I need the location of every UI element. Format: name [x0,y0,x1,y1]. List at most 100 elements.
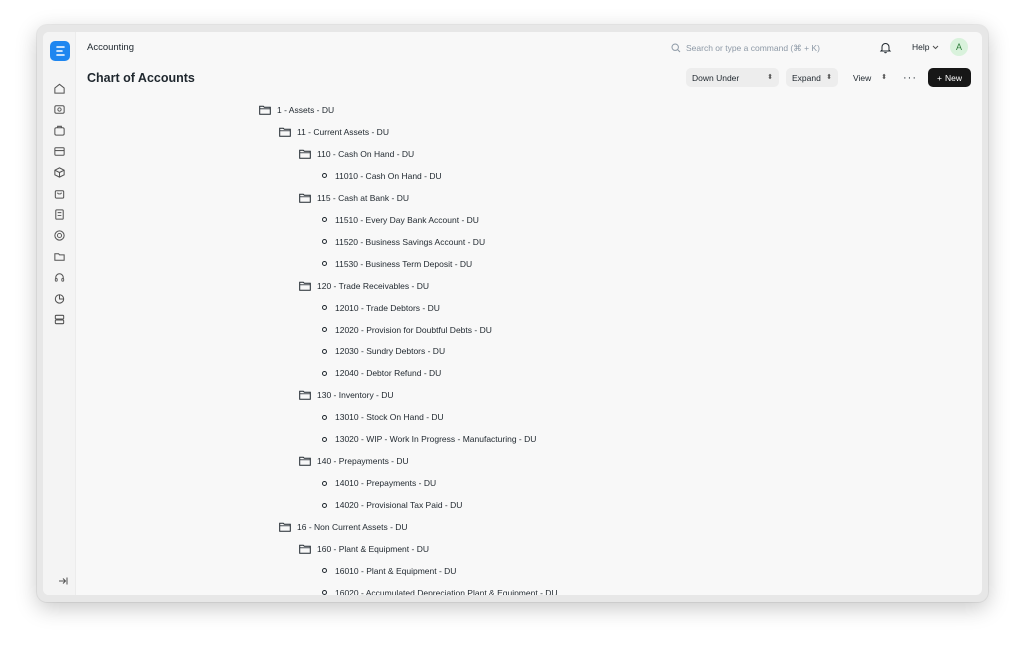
tree-group-node[interactable]: 16 - Non Current Assets - DU [279,522,408,532]
leaf-dot-icon [322,436,327,442]
leaf-dot-icon [322,305,327,311]
headset-icon[interactable] [52,270,66,284]
box-icon[interactable] [52,165,66,179]
accounting-icon[interactable] [52,102,66,116]
tree-node-label: 12030 - Sundry Debtors - DU [335,346,446,357]
tree-leaf-node[interactable]: 12040 - Debtor Refund - DU [320,368,441,378]
tree-leaf-node[interactable]: 11510 - Every Day Bank Account - DU [320,215,479,225]
leaf-dot-icon [322,217,327,223]
tree-group-node[interactable]: 160 - Plant & Equipment - DU [299,544,429,554]
tree-node-label: 140 - Prepayments - DU [317,456,409,467]
tree-leaf-node[interactable]: 12020 - Provision for Doubtful Debts - D… [320,325,492,335]
tree-node-label: 14010 - Prepayments - DU [335,478,437,489]
tree-group-node[interactable]: 11 - Current Assets - DU [279,127,389,137]
expand-button[interactable]: Expand ⬍ [786,68,838,87]
tree-leaf-node[interactable]: 16020 - Accumulated Depreciation Plant &… [320,588,558,595]
folder-icon[interactable] [52,249,66,263]
tree-node-label: 12010 - Trade Debtors - DU [335,302,440,313]
tree-leaf-node[interactable]: 12010 - Trade Debtors - DU [320,303,440,313]
tree-node-label: 11510 - Every Day Bank Account - DU [335,214,479,225]
folder-icon [299,149,311,159]
select-arrows-icon: ⬍ [881,74,887,81]
tree-node-label: 160 - Plant & Equipment - DU [317,544,429,554]
view-button[interactable]: View ⬍ [847,68,893,87]
search-input[interactable] [686,43,846,53]
folder-icon [259,105,271,115]
leaf-dot-icon [322,348,327,354]
tree-group-node[interactable]: 120 - Trade Receivables - DU [299,281,429,291]
tree-group-node[interactable]: 140 - Prepayments - DU [299,456,409,466]
tree-leaf-node[interactable]: 11010 - Cash On Hand - DU [320,171,442,181]
tree-node-label: 11010 - Cash On Hand - DU [335,170,442,181]
tree-node-label: 12040 - Debtor Refund - DU [335,368,442,379]
leaf-dot-icon [322,173,327,179]
tree-leaf-node[interactable]: 13010 - Stock On Hand - DU [320,412,444,422]
new-button-label: New [944,72,962,83]
new-button[interactable]: + New [928,68,971,87]
folder-icon [299,456,311,466]
company-select-label: Down Under [692,72,740,83]
target-icon[interactable] [52,228,66,242]
search-bar[interactable] [671,39,847,57]
pie-chart-icon[interactable] [52,291,66,305]
home-icon[interactable] [52,81,66,95]
leaf-dot-icon [322,239,327,245]
select-arrows-icon: ⬍ [826,74,832,81]
sidebar [43,32,76,595]
leaf-dot-icon [322,502,327,508]
tree-leaf-node[interactable]: 11520 - Business Savings Account - DU [320,237,485,247]
tree-node-label: 11530 - Business Term Deposit - DU [335,258,473,269]
view-label: View [853,72,872,83]
select-arrows-icon: ⬍ [767,74,773,81]
folder-icon [279,127,291,137]
folder-icon [279,522,291,532]
search-icon [671,43,681,53]
leaf-dot-icon [322,261,327,267]
page-title: Chart of Accounts [87,71,195,85]
tree-leaf-node[interactable]: 11530 - Business Term Deposit - DU [320,259,472,269]
plus-icon: + [937,72,942,83]
tree-group-node[interactable]: 130 - Inventory - DU [299,390,394,400]
tree-node-label: 130 - Inventory - DU [317,390,394,401]
leaf-dot-icon [322,590,327,595]
shopping-bag-icon[interactable] [52,186,66,200]
tree-leaf-node[interactable]: 12030 - Sundry Debtors - DU [320,346,445,356]
server-icon[interactable] [52,312,66,326]
tree-node-label: 16 - Non Current Assets - DU [297,522,408,533]
app-logo[interactable] [50,41,70,61]
more-options-button[interactable]: ··· [901,68,919,87]
leaf-dot-icon [322,480,327,486]
folder-icon [299,193,311,203]
briefcase-icon[interactable] [52,123,66,137]
tree-node-label: 14020 - Provisional Tax Paid - DU [335,500,463,511]
leaf-dot-icon [322,370,327,376]
tree-leaf-node[interactable]: 14010 - Prepayments - DU [320,478,436,488]
tree-node-label: 1 - Assets - DU [277,105,335,115]
tree-node-label: 13020 - WIP - Work In Progress - Manufac… [335,434,537,445]
tree-group-node[interactable]: 115 - Cash at Bank - DU [299,193,409,203]
tree-node-label: 13010 - Stock On Hand - DU [335,412,444,423]
bell-icon[interactable] [879,41,892,54]
leaf-dot-icon [322,568,327,574]
tree-group-node[interactable]: 1 - Assets - DU [259,105,334,115]
building-icon[interactable] [52,207,66,221]
tree-node-label: 16010 - Plant & Equipment - DU [335,565,457,576]
help-menu[interactable]: Help [912,42,939,52]
avatar[interactable]: A [950,38,968,56]
tree-node-label: 11 - Current Assets - DU [297,126,389,137]
tree-leaf-node[interactable]: 13020 - WIP - Work In Progress - Manufac… [320,434,536,444]
folder-icon [299,390,311,401]
tree-node-label: 120 - Trade Receivables - DU [317,280,429,291]
breadcrumb[interactable]: Accounting [87,42,134,53]
card-icon[interactable] [52,144,66,158]
app-window: Accounting Help A Chart of Accounts Down… [37,25,988,602]
tree-node-label: 110 - Cash On Hand - DU [317,148,415,159]
tree-group-node[interactable]: 110 - Cash On Hand - DU [299,149,414,159]
leaf-dot-icon [322,414,327,420]
tree-leaf-node[interactable]: 14020 - Provisional Tax Paid - DU [320,500,462,510]
company-select[interactable]: Down Under ⬍ [686,68,779,87]
tree-leaf-node[interactable]: 16010 - Plant & Equipment - DU [320,566,456,576]
collapse-sidebar-icon[interactable] [58,573,68,585]
app-frame: Accounting Help A Chart of Accounts Down… [43,32,982,595]
tree-node-label: 12020 - Provision for Doubtful Debts - D… [335,324,492,335]
